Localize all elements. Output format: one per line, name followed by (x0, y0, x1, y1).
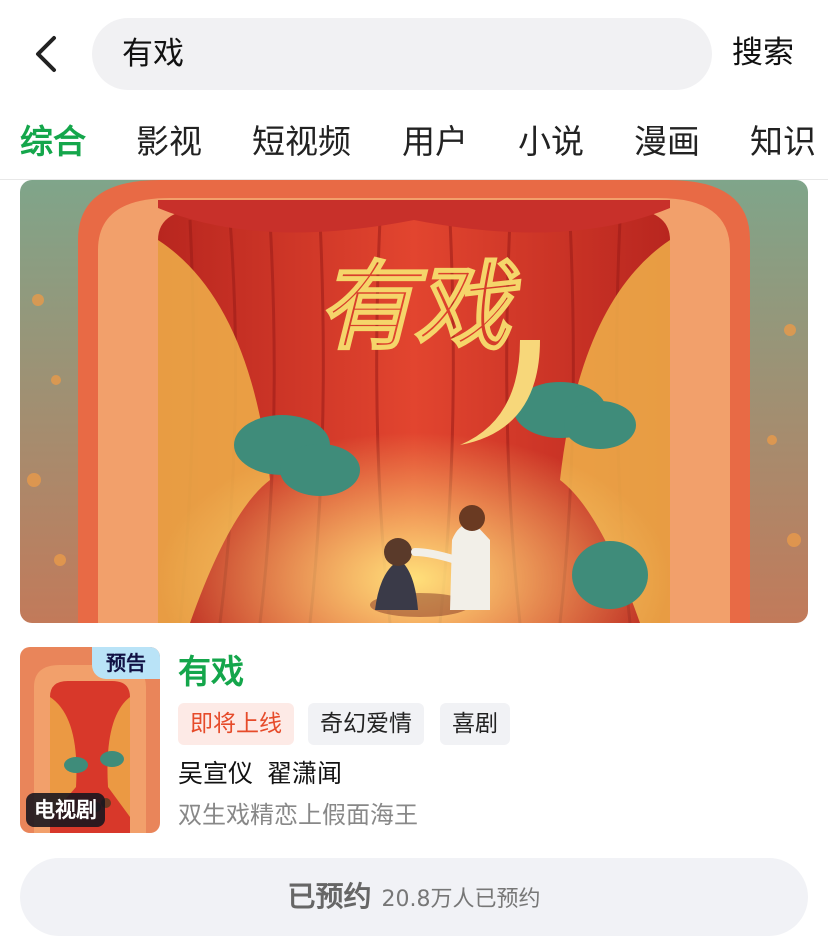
banner-image[interactable]: 有戏 (20, 180, 808, 623)
search-input[interactable]: 有戏 (92, 18, 712, 90)
cast-member[interactable]: 吴宣仪 (178, 759, 253, 788)
type-badge: 电视剧 (26, 793, 105, 827)
tab-knowledge[interactable]: 知识 (750, 120, 816, 164)
genre-tag: 奇幻爱情 (308, 703, 424, 745)
reserve-count: 20.8万人已预约 (381, 887, 541, 912)
cast-member[interactable]: 翟潇闻 (267, 759, 342, 788)
chevron-left-icon (36, 36, 56, 72)
back-button[interactable] (28, 32, 68, 76)
tab-short-video[interactable]: 短视频 (252, 120, 351, 164)
cast-list: 吴宣仪 翟潇闻 (178, 756, 342, 792)
tab-novels[interactable]: 小说 (518, 120, 584, 164)
genre-tag: 喜剧 (440, 703, 510, 745)
status-tag: 即将上线 (178, 703, 294, 745)
tab-all[interactable]: 综合 (20, 120, 86, 164)
result-title[interactable]: 有戏 (178, 650, 244, 694)
search-header: 有戏 搜索 (0, 0, 828, 108)
theater-curtain-illustration: 有戏 (20, 180, 808, 623)
reserve-status: 已预约 (287, 880, 372, 913)
banner-title-art: 有戏 (318, 254, 519, 361)
result-poster[interactable]: 预告 电视剧 (20, 647, 160, 833)
reserve-button[interactable]: 已预约 20.8万人已预约 (20, 858, 808, 936)
tab-users[interactable]: 用户 (402, 120, 468, 164)
tab-comics[interactable]: 漫画 (634, 120, 700, 164)
search-query: 有戏 (122, 36, 184, 72)
tab-film-tv[interactable]: 影视 (136, 120, 202, 164)
result-description: 双生戏精恋上假面海王 (178, 801, 418, 829)
category-tabs: 综合 影视 短视频 用户 小说 漫画 知识 (0, 108, 828, 180)
trailer-badge: 预告 (92, 647, 160, 679)
search-button[interactable]: 搜索 (732, 30, 794, 76)
